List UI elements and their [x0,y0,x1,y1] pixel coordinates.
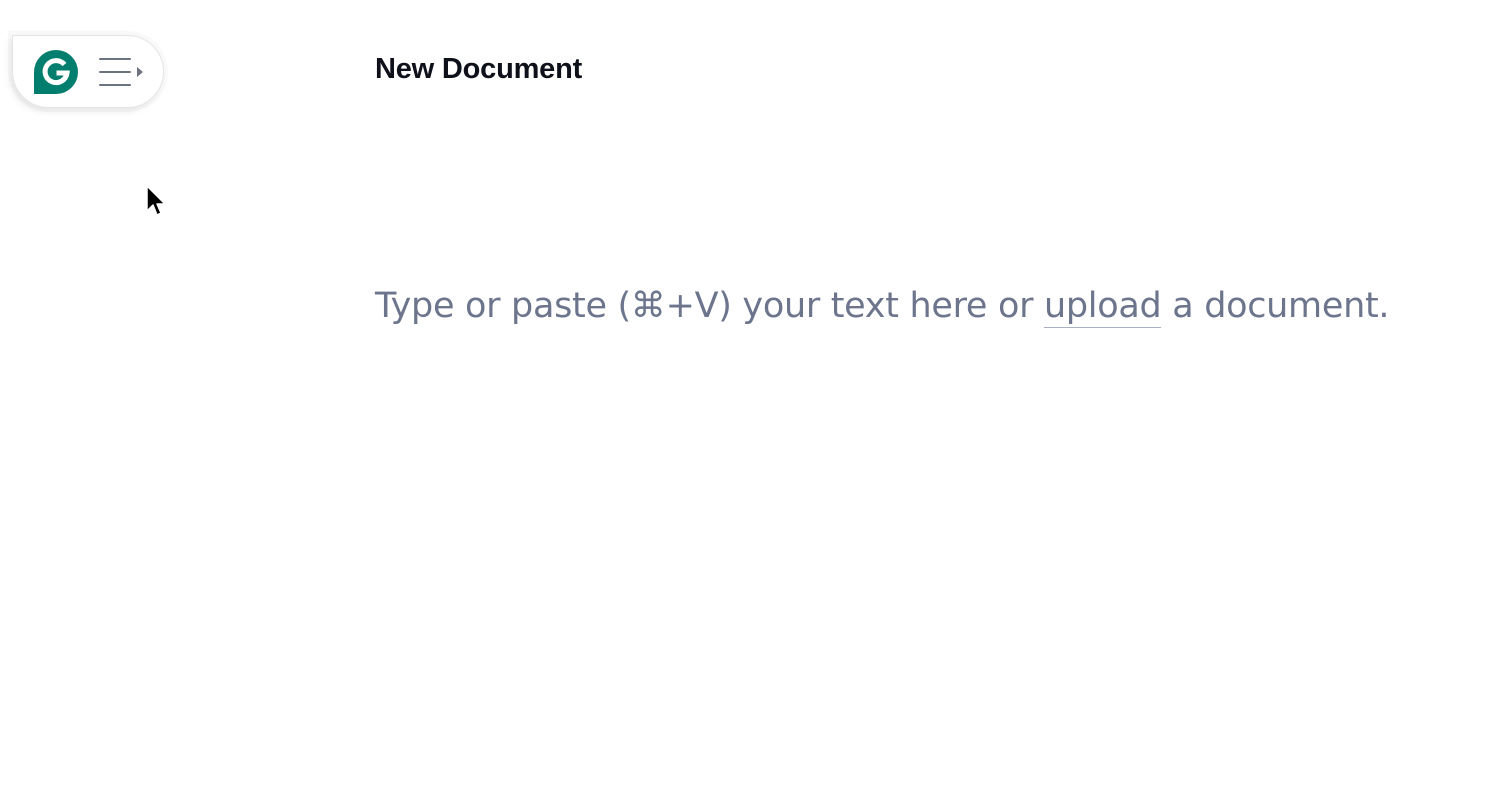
editor-placeholder-suffix: a document. [1161,286,1390,326]
upload-link[interactable]: upload [1043,286,1162,328]
hamburger-menu-icon [99,57,131,86]
main-menu-button[interactable] [12,35,164,108]
text-editor[interactable]: Type or paste (⌘+V) your text here or up… [375,282,1390,330]
mouse-cursor-icon [146,185,166,216]
app-page: New Document Type or paste (⌘+V) your te… [0,0,1506,796]
editor-placeholder-text: Type or paste (⌘+V) your text here or [375,286,1044,326]
menu-toggle[interactable] [99,52,143,92]
document-title[interactable]: New Document [375,53,582,86]
caret-right-icon [137,66,143,77]
grammarly-logo-icon [34,49,78,94]
